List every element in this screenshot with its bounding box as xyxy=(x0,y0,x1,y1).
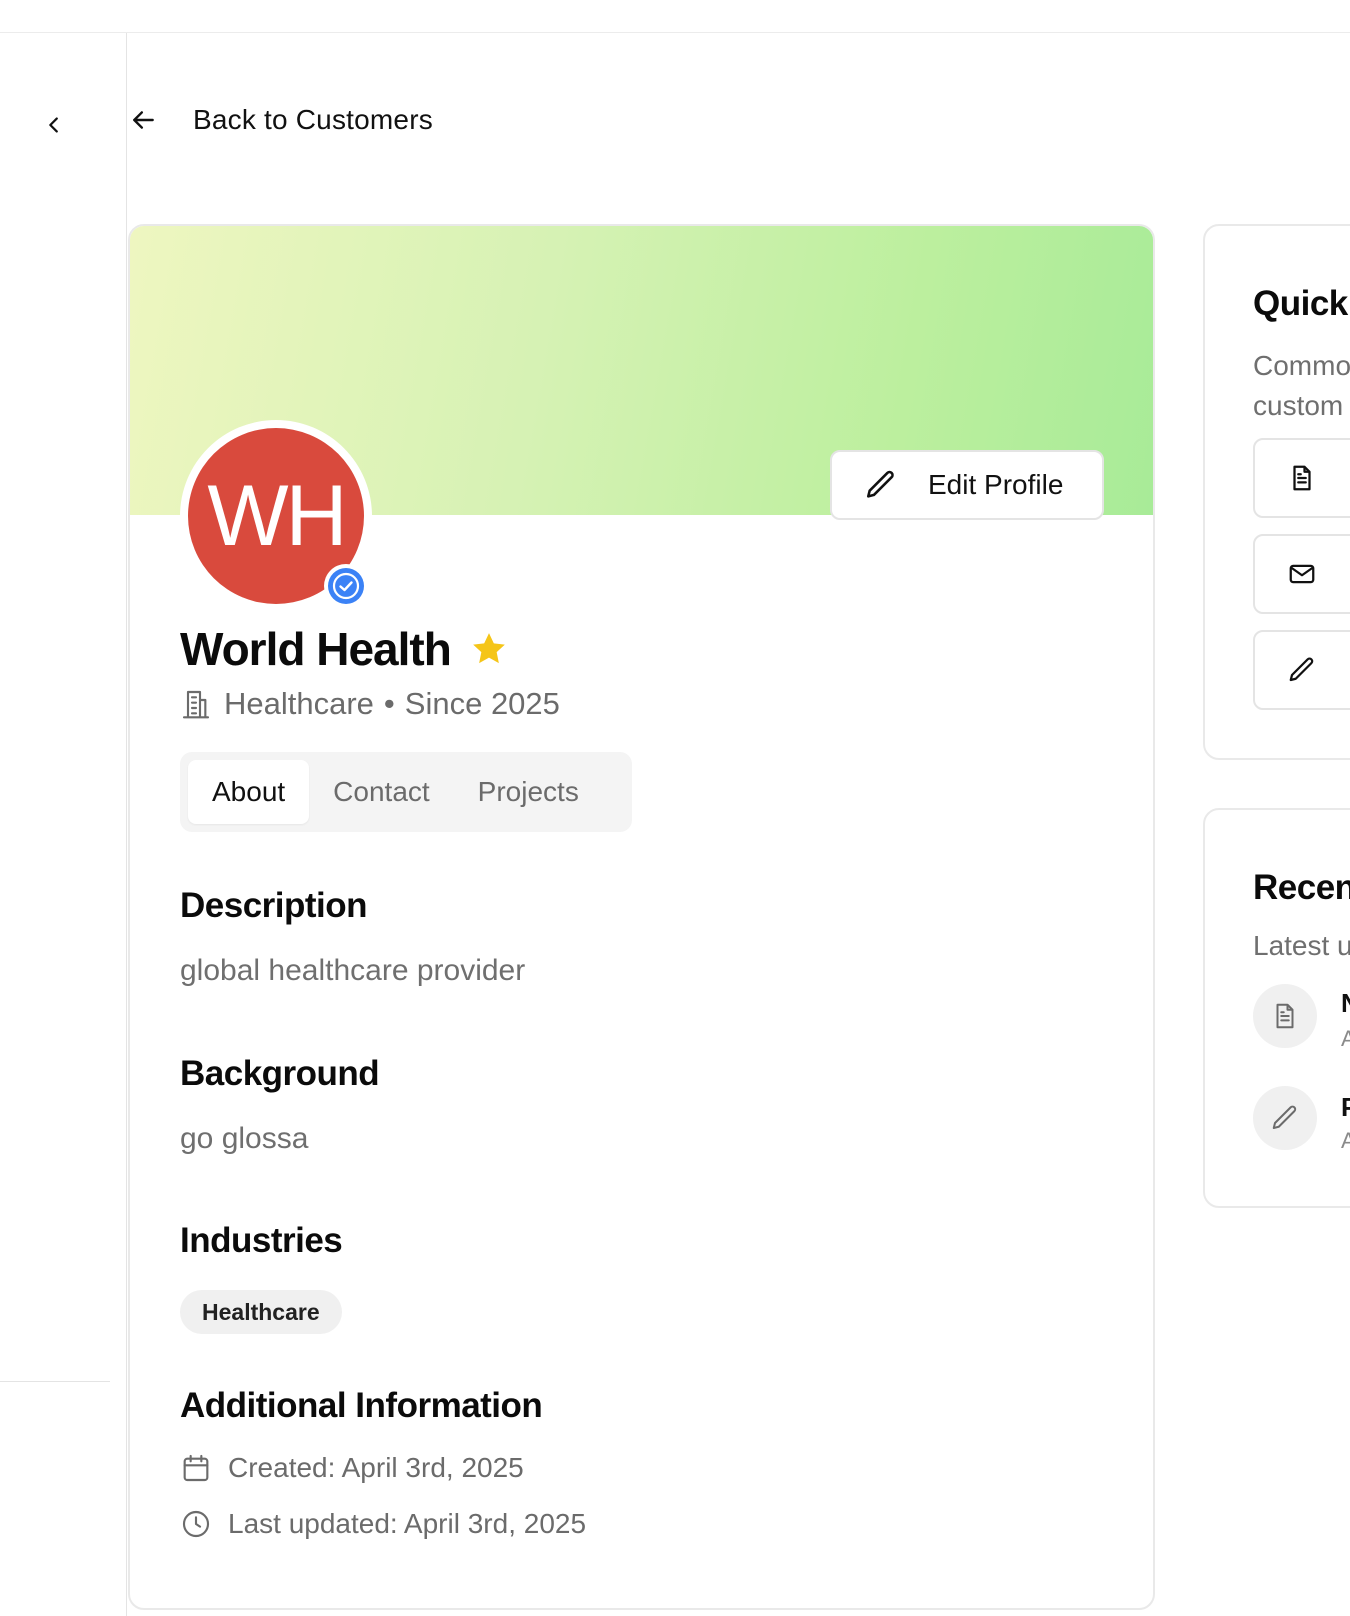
quick-action-email-button[interactable] xyxy=(1253,534,1350,614)
quick-actions-subtitle-2: custom xyxy=(1253,390,1344,421)
document-icon xyxy=(1293,465,1311,491)
edit-profile-label: Edit Profile xyxy=(928,469,1064,500)
pencil-icon xyxy=(1272,1105,1297,1129)
verified-check-icon xyxy=(328,568,364,604)
industry-chip: Healthcare xyxy=(180,1290,342,1334)
edit-profile-button[interactable]: Edit Profile xyxy=(830,450,1104,520)
recent-activity-card: Recen Latest u N A P A xyxy=(1203,808,1350,1208)
pencil-icon xyxy=(864,468,898,502)
profile-tabs: About Contact Projects xyxy=(180,752,632,832)
star-icon[interactable] xyxy=(469,629,509,669)
additional-info-heading: Additional Information xyxy=(180,1386,543,1425)
activity-item-title: P xyxy=(1341,1092,1350,1123)
calendar-icon xyxy=(180,1452,212,1484)
recent-activity-subtitle: Latest u xyxy=(1253,930,1350,961)
chevron-left-icon xyxy=(49,117,58,133)
activity-item-subtitle: A xyxy=(1341,1026,1350,1052)
quick-actions-title: Quick xyxy=(1253,284,1348,323)
quick-action-document-button[interactable] xyxy=(1253,438,1350,518)
background-text: go glossa xyxy=(180,1122,309,1155)
updated-date: Last updated: April 3rd, 2025 xyxy=(228,1508,587,1539)
top-border xyxy=(0,32,1350,33)
tab-contact[interactable]: Contact xyxy=(309,760,454,824)
verified-badge xyxy=(324,564,368,608)
sidebar-divider xyxy=(0,1381,110,1382)
customer-name: World Health xyxy=(180,623,452,675)
separator-dot: • xyxy=(383,686,395,721)
profile-card: WH Edit Profile World Health Healthcare xyxy=(128,224,1155,1610)
created-row: Created: April 3rd, 2025 xyxy=(180,1452,524,1484)
quick-actions-card: Quick Commo custom xyxy=(1203,224,1350,760)
tab-projects[interactable]: Projects xyxy=(454,760,603,824)
description-heading: Description xyxy=(180,886,368,925)
quick-actions-subtitle-1: Commo xyxy=(1253,350,1350,381)
document-icon xyxy=(1276,1003,1294,1029)
created-date: Created: April 3rd, 2025 xyxy=(228,1452,524,1483)
activity-document-icon xyxy=(1253,984,1317,1048)
activity-item-subtitle: A xyxy=(1341,1128,1350,1154)
back-link-label: Back to Customers xyxy=(193,104,433,135)
quick-action-edit-button[interactable] xyxy=(1253,630,1350,710)
arrow-left-icon xyxy=(130,106,158,134)
activity-pencil-icon xyxy=(1253,1086,1317,1150)
clock-icon xyxy=(180,1508,212,1540)
sidebar xyxy=(0,33,127,1616)
industry-label: Healthcare xyxy=(224,686,374,721)
customer-profile-page: Back to Customers WH Edit Profile World … xyxy=(0,0,1350,1616)
background-heading: Background xyxy=(180,1054,380,1093)
building-icon xyxy=(182,690,210,719)
mail-icon xyxy=(1289,564,1315,584)
pencil-icon xyxy=(1289,657,1314,682)
tab-about[interactable]: About xyxy=(188,760,310,824)
description-text: global healthcare provider xyxy=(180,954,526,987)
activity-item-title: N xyxy=(1341,988,1350,1019)
updated-row: Last updated: April 3rd, 2025 xyxy=(180,1508,586,1540)
customer-name-row: World Health xyxy=(180,622,509,676)
back-to-customers-link[interactable]: Back to Customers xyxy=(130,100,433,140)
industries-heading: Industries xyxy=(180,1221,343,1260)
recent-activity-title: Recen xyxy=(1253,868,1350,907)
since-label: Since 2025 xyxy=(404,686,560,721)
sidebar-collapse-button[interactable] xyxy=(40,111,68,139)
customer-meta: Healthcare • Since 2025 xyxy=(180,686,560,722)
